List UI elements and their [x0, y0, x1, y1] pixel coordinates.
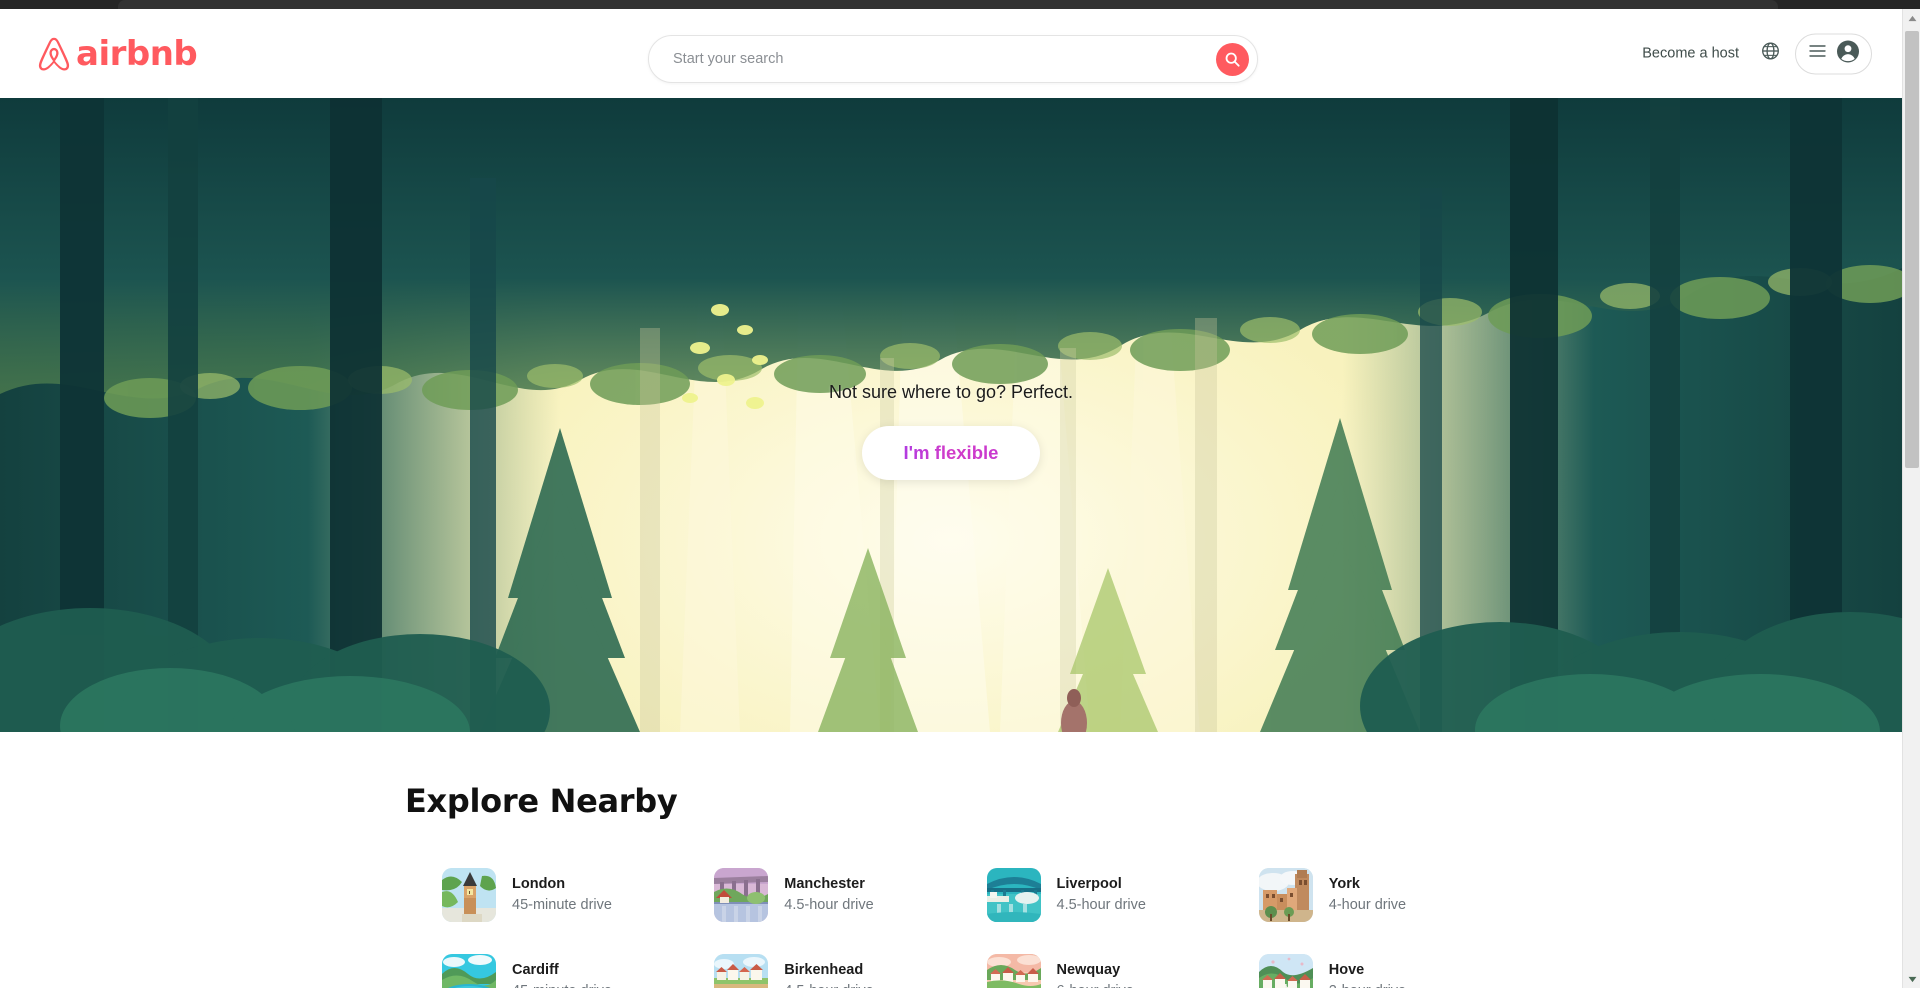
user-menu-button[interactable] [1795, 33, 1872, 74]
page-scrollbar[interactable] [1902, 9, 1920, 988]
become-a-host-link[interactable]: Become a host [1630, 36, 1751, 72]
site-header: airbnb Become a host [0, 9, 1902, 98]
search-input[interactable] [673, 51, 1216, 67]
destination-name: Manchester [784, 876, 865, 893]
destination-name: London [512, 876, 566, 893]
destination-name: Newquay [1056, 962, 1121, 979]
hero-tagline: Not sure where to go? Perfect. [828, 382, 1074, 402]
hero-banner: Not sure where to go? Perfect. I'm flexi… [0, 98, 1902, 732]
hero-copy: Not sure where to go? Perfect. I'm flexi… [0, 382, 1902, 480]
destination-drive: 2-hour drive [1329, 983, 1406, 988]
destination-card-london[interactable]: London 45-minute drive [442, 862, 714, 928]
explore-nearby-title: Explore Nearby [405, 782, 678, 820]
airbnb-bel-logo-icon [37, 36, 71, 72]
destination-card-hove[interactable]: Hove 2-hour drive [1258, 948, 1531, 988]
destination-grid: London 45-minute drive Manchester 4.5-ho… [405, 862, 1531, 988]
scroll-down-arrow-icon[interactable] [1903, 970, 1920, 988]
destination-card-manchester[interactable]: Manchester 4.5-hour drive [714, 862, 986, 928]
destination-card-liverpool[interactable]: Liverpool 4.5-hour drive [986, 862, 1259, 928]
hamburger-menu-icon [1809, 45, 1826, 63]
coastal-village-thumbnail [986, 954, 1041, 988]
destination-card-birkenhead[interactable]: Birkenhead 4.5-hour drive [714, 948, 986, 988]
user-avatar-icon [1836, 39, 1860, 68]
destination-drive: 4.5-hour drive [784, 983, 873, 988]
destination-drive: 4.5-hour drive [1056, 896, 1146, 913]
harbour-town-thumbnail [714, 954, 769, 988]
viaduct-river-thumbnail [714, 868, 769, 922]
destination-drive: 6-hour drive [1057, 983, 1134, 988]
browser-chrome-bar [0, 0, 1920, 9]
destination-name: York [1328, 876, 1360, 893]
page-viewport: airbnb Become a host [0, 9, 1902, 988]
waterfront-bridge-thumbnail [986, 868, 1041, 922]
valley-lake-thumbnail [442, 954, 496, 988]
im-flexible-label: I'm flexible [903, 442, 999, 463]
im-flexible-button[interactable]: I'm flexible [861, 426, 1041, 480]
seaside-hills-thumbnail [1258, 954, 1313, 988]
destination-name: Hove [1328, 962, 1365, 979]
search-submit-button[interactable] [1216, 42, 1249, 76]
explore-nearby-section: Explore Nearby London 45-minute drive Ma… [0, 732, 1902, 988]
destination-drive: 45-minute drive [512, 983, 612, 988]
search-bar[interactable] [648, 35, 1258, 83]
airbnb-logo[interactable]: airbnb [37, 33, 198, 74]
destination-name: Cardiff [512, 962, 559, 979]
destination-name: Birkenhead [784, 962, 864, 979]
destination-card-newquay[interactable]: Newquay 6-hour drive [986, 948, 1259, 988]
destination-drive: 45-minute drive [512, 896, 612, 913]
search-icon [1225, 52, 1240, 67]
scrollbar-thumb[interactable] [1905, 31, 1919, 468]
destination-card-york[interactable]: York 4-hour drive [1258, 862, 1531, 928]
destination-drive: 4.5-hour drive [784, 896, 874, 913]
browser-tab-strip[interactable] [118, 0, 1778, 9]
big-ben-thumbnail [442, 868, 496, 922]
destination-drive: 4-hour drive [1328, 896, 1407, 913]
destination-name: Liverpool [1056, 876, 1122, 893]
language-globe-button[interactable] [1751, 35, 1789, 73]
destination-card-cardiff[interactable]: Cardiff 45-minute drive [442, 948, 714, 988]
old-town-square-thumbnail [1258, 868, 1313, 922]
header-actions: Become a host [1630, 33, 1872, 74]
airbnb-wordmark: airbnb [76, 33, 198, 74]
globe-icon [1761, 42, 1780, 66]
scroll-up-arrow-icon[interactable] [1903, 9, 1920, 27]
